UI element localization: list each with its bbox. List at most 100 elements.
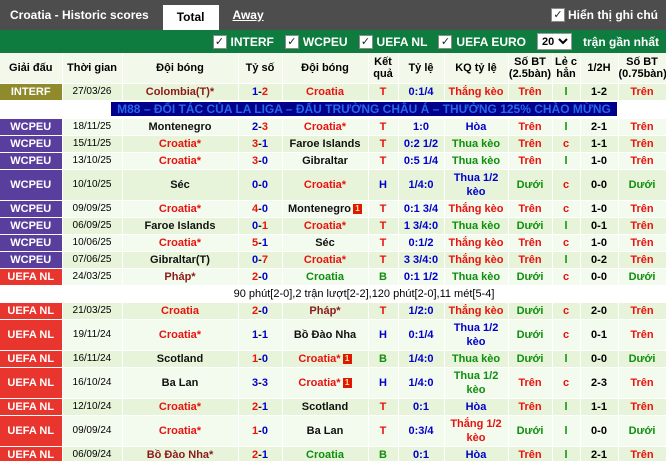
over-under-2-5: Trên xyxy=(508,135,553,153)
home-team[interactable]: Bồ Đào Nha* xyxy=(122,446,239,461)
column-header-1: Thời gian xyxy=(62,53,123,84)
home-team[interactable]: Croatia* xyxy=(122,234,239,252)
filter-label: UEFA NL xyxy=(376,34,428,49)
away-team[interactable]: Montenegro 1 xyxy=(282,200,369,218)
handicap-odds: 1:0 xyxy=(398,118,445,136)
home-team[interactable]: Gibraltar(T) xyxy=(122,251,239,269)
away-team[interactable]: Séc xyxy=(282,234,369,252)
away-team[interactable]: Croatia xyxy=(282,268,369,286)
handicap-odds: 0:1/4 xyxy=(398,83,445,101)
tab-total[interactable]: Total xyxy=(162,5,219,30)
column-header-7: KQ tỷ lệ xyxy=(444,53,509,84)
over-under-0-75: Trên xyxy=(618,118,666,136)
score: 1-2 xyxy=(238,83,283,101)
home-team[interactable]: Croatia xyxy=(122,302,239,320)
show-notes-toggle[interactable]: ✓ Hiển thị ghi chú xyxy=(551,8,666,22)
result-letter: T xyxy=(368,83,399,101)
away-team[interactable]: Pháp* xyxy=(282,302,369,320)
column-header-2: Đội bóng xyxy=(122,53,239,84)
away-team[interactable]: Croatia* xyxy=(282,251,369,269)
handicap-result: Hòa xyxy=(444,398,509,416)
over-under-2-5: Dưới xyxy=(508,319,553,351)
over-under-0-75: Trên xyxy=(618,302,666,320)
show-notes-checkbox-icon[interactable]: ✓ xyxy=(551,8,565,22)
checkbox-icon[interactable]: ✓ xyxy=(358,34,373,49)
away-team[interactable]: Gibraltar xyxy=(282,152,369,170)
top-tab-bar: Croatia - Historic scores Total Away ✓ H… xyxy=(0,0,666,30)
checkbox-icon[interactable]: ✓ xyxy=(284,34,299,49)
away-team[interactable]: Croatia xyxy=(282,446,369,461)
league-badge: UEFA NL xyxy=(0,302,63,320)
handicap-result: Thắng kèo xyxy=(444,83,509,101)
league-badge: WCPEU xyxy=(0,200,63,218)
home-team[interactable]: Montenegro xyxy=(122,118,239,136)
half-time-score: 0-2 xyxy=(580,251,619,269)
checkbox-icon[interactable]: ✓ xyxy=(438,34,453,49)
away-team[interactable]: Croatia* xyxy=(282,169,369,201)
odd-even: l xyxy=(552,217,581,235)
half-time-score: 2-0 xyxy=(580,302,619,320)
column-header-0: Giải đấu xyxy=(0,53,63,84)
home-team[interactable]: Scotland xyxy=(122,350,239,368)
column-header-3: Tỷ số xyxy=(238,53,283,84)
home-team[interactable]: Pháp* xyxy=(122,268,239,286)
over-under-0-75: Trên xyxy=(618,319,666,351)
handicap-odds: 3 3/4:0 xyxy=(398,251,445,269)
over-under-2-5: Dưới xyxy=(508,302,553,320)
home-team[interactable]: Colombia(T)* xyxy=(122,83,239,101)
half-time-score: 0-1 xyxy=(580,217,619,235)
filter-uefa-euro[interactable]: ✓ UEFA EURO xyxy=(438,34,526,49)
odd-even: c xyxy=(552,135,581,153)
away-team[interactable]: Croatia* 1 xyxy=(282,367,369,399)
away-team[interactable]: Scotland xyxy=(282,398,369,416)
league-badge: WCPEU xyxy=(0,251,63,269)
home-team[interactable]: Croatia* xyxy=(122,319,239,351)
away-team[interactable]: Croatia* 1 xyxy=(282,350,369,368)
result-letter: T xyxy=(368,217,399,235)
table-row: INTERF 27/03/26 Colombia(T)* 1-2 Croatia T 0:1… xyxy=(0,83,666,101)
half-time-score: 2-3 xyxy=(580,367,619,399)
competition-filters: ✓ INTERF ✓ WCPEU ✓ UEFA NL ✓ UEFA EURO xyxy=(212,34,526,49)
handicap-odds: 1/4:0 xyxy=(398,350,445,368)
away-team[interactable]: Croatia* xyxy=(282,217,369,235)
over-under-2-5: Trên xyxy=(508,398,553,416)
over-under-2-5: Dưới xyxy=(508,350,553,368)
over-under-2-5: Trên xyxy=(508,251,553,269)
home-team[interactable]: Ba Lan xyxy=(122,367,239,399)
result-letter: B xyxy=(368,446,399,461)
half-time-score: 0-0 xyxy=(580,415,619,447)
over-under-0-75: Trên xyxy=(618,251,666,269)
odd-even: c xyxy=(552,302,581,320)
filter-uefa-nl[interactable]: ✓ UEFA NL xyxy=(358,34,428,49)
tab-away[interactable]: Away xyxy=(233,8,264,22)
over-under-2-5: Trên xyxy=(508,367,553,399)
match-count-select[interactable]: 20 xyxy=(536,33,572,50)
handicap-result: Thua kèo xyxy=(444,217,509,235)
table-row: WCPEU 06/09/25 Faroe Islands 0-1 Croatia* T 1 … xyxy=(0,217,666,235)
filter-label: UEFA EURO xyxy=(456,34,526,49)
home-team[interactable]: Faroe Islands xyxy=(122,217,239,235)
home-team[interactable]: Croatia* xyxy=(122,152,239,170)
odd-even: c xyxy=(552,319,581,351)
home-team[interactable]: Croatia* xyxy=(122,415,239,447)
odd-even: l xyxy=(552,350,581,368)
league-badge: UEFA NL xyxy=(0,367,63,399)
home-team[interactable]: Croatia* xyxy=(122,200,239,218)
match-date: 06/09/25 xyxy=(62,217,123,235)
home-team[interactable]: Croatia* xyxy=(122,398,239,416)
away-team[interactable]: Faroe Islands xyxy=(282,135,369,153)
handicap-result: Thua kèo xyxy=(444,268,509,286)
checkbox-icon[interactable]: ✓ xyxy=(212,34,227,49)
away-team[interactable]: Croatia xyxy=(282,83,369,101)
filter-wcpeu[interactable]: ✓ WCPEU xyxy=(284,34,348,49)
match-date: 10/10/25 xyxy=(62,169,123,201)
away-team[interactable]: Croatia* xyxy=(282,118,369,136)
over-under-2-5: Dưới xyxy=(508,169,553,201)
ad-banner-link[interactable]: M88 – ĐỐI TÁC CỦA LA LIGA – ĐẤU TRƯỜNG C… xyxy=(111,102,617,116)
away-team[interactable]: Bồ Đào Nha xyxy=(282,319,369,351)
home-team[interactable]: Séc xyxy=(122,169,239,201)
home-team[interactable]: Croatia* xyxy=(122,135,239,153)
away-team[interactable]: Ba Lan xyxy=(282,415,369,447)
filter-interf[interactable]: ✓ INTERF xyxy=(212,34,274,49)
half-time-score: 1-0 xyxy=(580,234,619,252)
